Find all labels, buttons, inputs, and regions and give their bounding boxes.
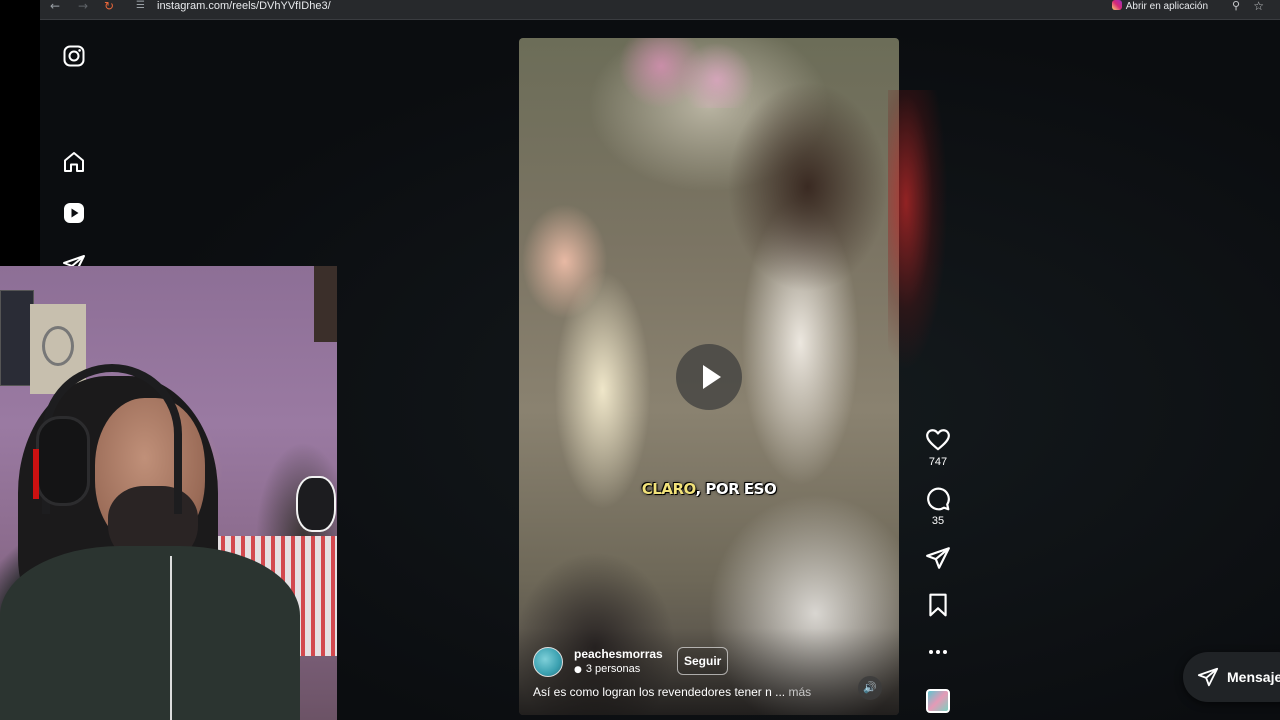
back-icon[interactable]: ← [50, 0, 60, 12]
reel-video[interactable]: CLARO, POR ESO peachesmorras ● 3 personas… [519, 38, 899, 715]
video-scene-blossoms [619, 38, 759, 108]
like-count: 747 [928, 456, 948, 468]
site-info-icon[interactable]: ☰ [136, 0, 145, 12]
audio-thumbnail[interactable] [926, 689, 950, 713]
ambient-glow [888, 90, 948, 370]
person-icon: ● [574, 665, 582, 675]
wall-poster [314, 266, 337, 342]
direct-messages-icon [1197, 667, 1219, 687]
url-text[interactable]: instagram.com/reels/DVhYVfIDhe3/ [157, 0, 331, 12]
author-avatar[interactable] [533, 647, 563, 677]
open-in-app-label: Abrir en aplicación [1125, 1, 1208, 12]
forward-icon[interactable]: → [78, 0, 88, 12]
reel-description: Así es como logran los revendedores tene… [533, 685, 811, 699]
wall-poster [0, 290, 34, 386]
more-icon[interactable] [924, 642, 952, 662]
comment-icon[interactable] [924, 486, 952, 512]
bookmark-icon[interactable] [924, 592, 952, 618]
reels-icon[interactable] [62, 201, 86, 225]
zoom-icon[interactable]: ⚲ [1232, 0, 1240, 12]
instagram-logo-icon[interactable] [62, 44, 86, 68]
streamer-shirt [0, 546, 300, 720]
messages-label: Mensajes [1227, 669, 1280, 685]
subtitle-highlight: CLARO [641, 480, 696, 498]
webcam-overlay [0, 266, 337, 720]
plush-toy [296, 476, 336, 532]
video-subtitle: CLARO, POR ESO [519, 480, 899, 498]
author-username[interactable]: peachesmorras [574, 647, 663, 661]
reload-icon[interactable]: ↻ [104, 0, 114, 12]
browser-address-bar: ← → ↻ ☰ instagram.com/reels/DVhYVfIDhe3/… [40, 0, 1280, 20]
play-icon [703, 365, 721, 389]
speaker-icon[interactable]: 🔊 [858, 676, 882, 700]
home-icon[interactable] [62, 150, 86, 174]
messages-button[interactable]: Mensajes [1183, 652, 1280, 702]
instagram-badge-icon [1111, 0, 1122, 10]
headphone-cup [33, 416, 90, 506]
earphone-cable [170, 556, 172, 720]
more-link[interactable]: más [788, 685, 811, 699]
bookmark-star-icon[interactable]: ☆ [1253, 0, 1264, 12]
share-icon[interactable] [924, 545, 952, 571]
heart-icon[interactable] [924, 427, 952, 453]
description-text: Así es como logran los revendedores tene… [533, 685, 786, 699]
comment-count: 35 [931, 515, 945, 527]
open-in-app-button[interactable]: Abrir en aplicación [1111, 0, 1208, 13]
collaborators-label: 3 personas [585, 663, 641, 675]
play-button[interactable] [676, 344, 742, 410]
follow-button[interactable]: Seguir [677, 647, 729, 675]
collaborators-link[interactable]: ● 3 personas [574, 663, 640, 675]
subtitle-rest: , POR ESO [695, 480, 777, 498]
